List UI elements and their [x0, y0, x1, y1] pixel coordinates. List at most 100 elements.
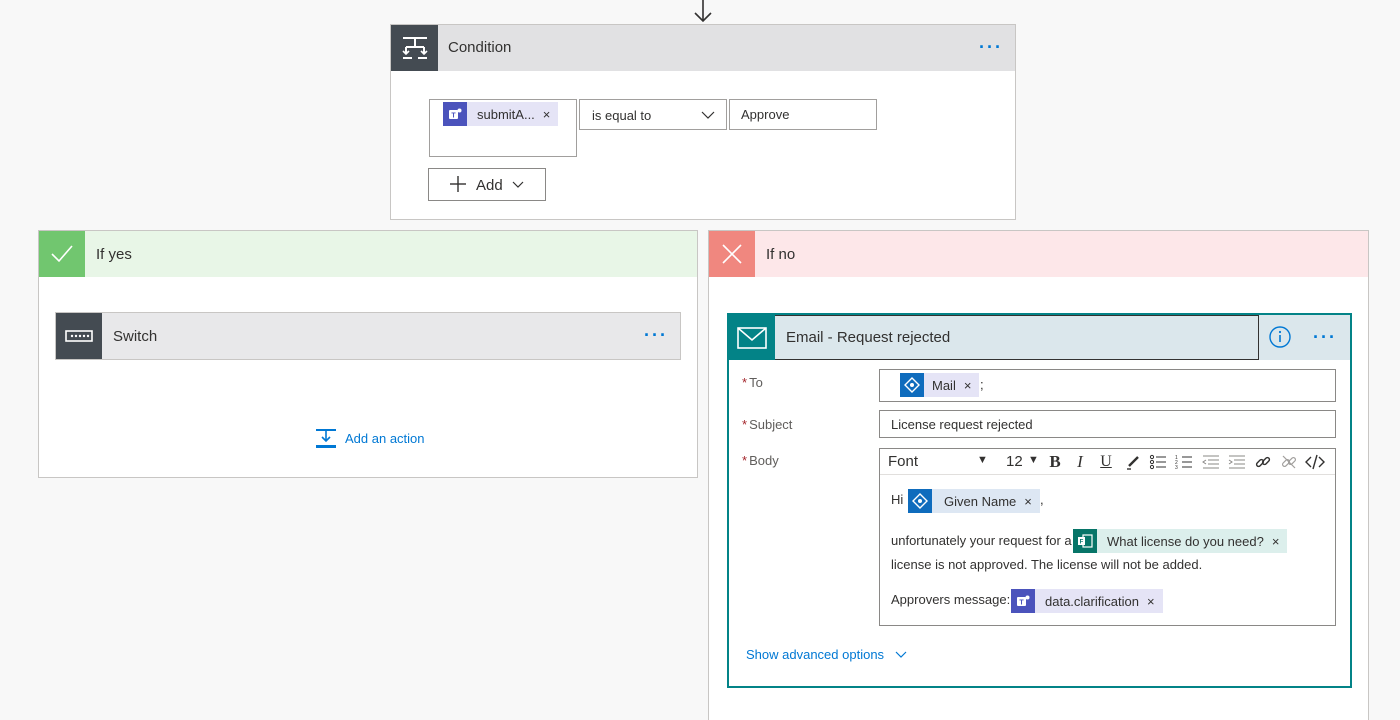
svg-text:F: F: [1080, 540, 1084, 546]
mail-token[interactable]: Mail ×: [900, 373, 980, 397]
body-editor[interactable]: Font ▼ 12 ▼ B I U 123 Hi Given Name × , …: [879, 448, 1336, 626]
token-label: data.clarification: [1045, 593, 1139, 609]
add-condition-button[interactable]: Add: [428, 168, 546, 201]
info-icon[interactable]: [1269, 326, 1291, 348]
switch-more-button[interactable]: ···: [644, 325, 668, 346]
clarification-token[interactable]: T data.clarification ×: [1011, 589, 1163, 613]
switch-card[interactable]: Switch ···: [55, 312, 681, 360]
body-label: * Body: [742, 453, 779, 468]
add-action-label: Add an action: [345, 430, 425, 446]
code-view-icon[interactable]: [1304, 451, 1326, 473]
token-label: Mail: [932, 377, 956, 393]
checkmark-icon: [39, 231, 85, 277]
condition-value-input[interactable]: Approve: [729, 99, 877, 130]
condition-more-button[interactable]: ···: [979, 37, 1003, 58]
teams-icon: T: [1011, 589, 1035, 613]
mail-icon: [729, 315, 775, 360]
teams-icon: T: [443, 102, 467, 126]
body-comma: ,: [1040, 492, 1044, 507]
underline-button[interactable]: U: [1095, 451, 1117, 473]
condition-operator-dropdown[interactable]: is equal to: [579, 99, 727, 130]
email-action-title: Email - Request rejected: [786, 329, 951, 346]
plus-icon: [450, 176, 466, 192]
required-mark: *: [742, 453, 748, 468]
link-icon[interactable]: [1252, 451, 1274, 473]
body-label-text: Body: [749, 453, 779, 468]
italic-button[interactable]: I: [1069, 451, 1091, 473]
bulleted-list-icon[interactable]: [1147, 451, 1169, 473]
highlight-icon[interactable]: [1122, 451, 1144, 473]
email-action-header[interactable]: Email - Request rejected ···: [729, 315, 1350, 360]
caret-down-icon: ▼: [1028, 454, 1039, 466]
arrow-down-icon: [694, 0, 712, 23]
token-label: submitA...: [477, 106, 535, 122]
token-remove-button[interactable]: ×: [964, 378, 972, 393]
subject-label: * Subject: [742, 417, 792, 432]
condition-icon: [391, 25, 438, 71]
show-advanced-options-link[interactable]: Show advanced options: [746, 647, 908, 662]
condition-header[interactable]: Condition ···: [391, 25, 1015, 71]
if-yes-title: If yes: [96, 246, 132, 263]
bold-button[interactable]: B: [1044, 451, 1066, 473]
condition-value: Approve: [741, 107, 790, 122]
if-yes-branch: If yes Switch ··· Add an action: [38, 230, 698, 478]
condition-card: Condition ··· T submitA... × is equal to…: [390, 24, 1016, 220]
operator-label: is equal to: [592, 108, 652, 123]
email-action-card: Email - Request rejected ··· * To * Subjec…: [727, 313, 1352, 688]
font-size-dropdown[interactable]: 12 ▼: [1000, 451, 1040, 472]
chevron-down-icon: [512, 181, 524, 188]
azure-ad-icon: [908, 489, 932, 513]
email-more-button[interactable]: ···: [1313, 327, 1337, 348]
if-no-header: If no: [709, 231, 1368, 277]
body-line: license is not approved. The license wil…: [891, 557, 1203, 572]
numbered-list-icon[interactable]: 123: [1173, 451, 1195, 473]
subject-value: License request rejected: [891, 417, 1033, 432]
subject-label-text: Subject: [749, 417, 793, 432]
font-label: Font: [888, 453, 919, 470]
token-remove-button[interactable]: ×: [1024, 494, 1032, 509]
font-size-label: 12: [1006, 453, 1023, 470]
to-label: * To: [742, 375, 763, 390]
subject-field[interactable]: License request rejected: [879, 410, 1336, 438]
caret-down-icon: ▼: [977, 454, 988, 466]
add-label: Add: [476, 177, 503, 194]
if-yes-header: If yes: [39, 231, 697, 277]
to-field[interactable]: Mail × ;: [879, 369, 1336, 402]
unlink-icon[interactable]: [1278, 451, 1300, 473]
svg-text:3: 3: [1175, 465, 1178, 470]
if-no-title: If no: [766, 246, 796, 263]
chevron-down-icon: [895, 651, 907, 658]
decrease-indent-icon[interactable]: [1200, 451, 1222, 473]
body-line: Approvers message:: [891, 592, 1011, 607]
token-label: What license do you need?: [1107, 533, 1264, 549]
required-mark: *: [742, 417, 748, 432]
forms-icon: F: [1073, 529, 1097, 553]
condition-title: Condition: [448, 39, 512, 56]
given-name-token[interactable]: Given Name ×: [908, 489, 1040, 513]
required-mark: *: [742, 375, 748, 390]
switch-title: Switch: [113, 328, 158, 345]
azure-ad-icon: [900, 373, 924, 397]
token-remove-button[interactable]: ×: [1147, 594, 1155, 609]
to-label-text: To: [749, 375, 763, 390]
add-action-button[interactable]: Add an action: [315, 427, 425, 449]
if-no-branch: If no Email - Request rejected ··· * To *…: [708, 230, 1369, 720]
svg-text:T: T: [451, 113, 456, 120]
increase-indent-icon[interactable]: [1226, 451, 1248, 473]
token-label: Given Name: [944, 493, 1017, 509]
rich-text-toolbar: Font ▼ 12 ▼ B I U 123: [880, 449, 1335, 475]
token-remove-button[interactable]: ×: [543, 107, 551, 122]
license-question-token[interactable]: F What license do you need? ×: [1073, 529, 1288, 553]
chevron-down-icon: [701, 111, 715, 119]
submit-action-token[interactable]: T submitA... ×: [443, 102, 559, 126]
font-family-dropdown[interactable]: Font ▼: [883, 451, 993, 472]
body-line: unfortunately your request for a: [891, 533, 1072, 548]
show-advanced-label: Show advanced options: [746, 647, 885, 662]
switch-icon: [56, 313, 102, 359]
token-remove-button[interactable]: ×: [1272, 534, 1280, 549]
body-greeting: Hi: [891, 492, 904, 507]
recipient-separator: ;: [980, 377, 984, 392]
svg-text:T: T: [1019, 600, 1024, 607]
close-icon: [709, 231, 755, 277]
add-action-icon: [316, 429, 336, 448]
